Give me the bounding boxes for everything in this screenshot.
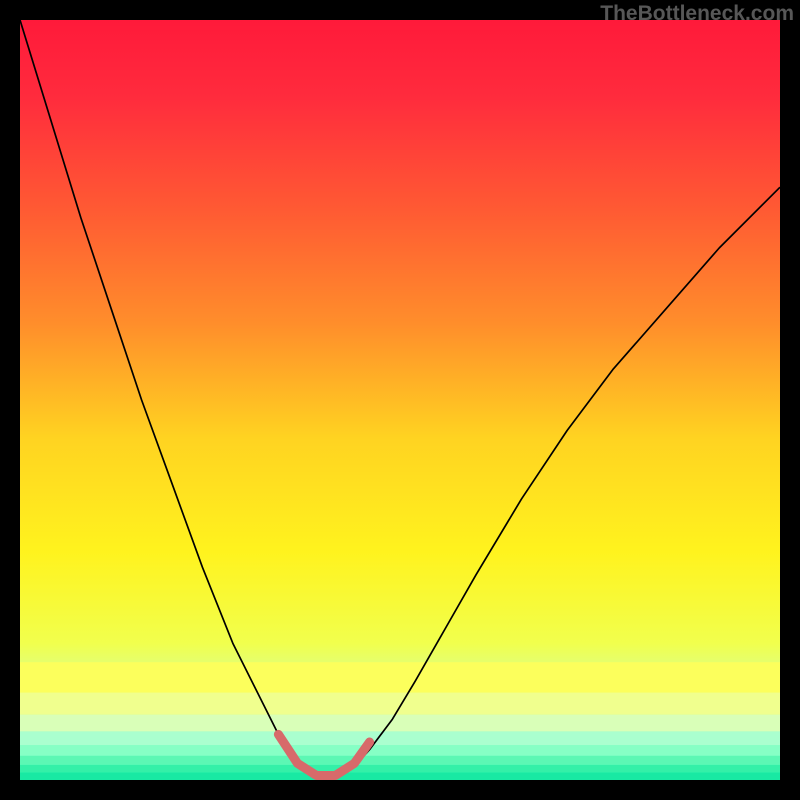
chart-frame: TheBottleneck.com xyxy=(0,0,800,800)
bottom-band xyxy=(20,765,780,773)
chart-svg xyxy=(20,20,780,780)
bottom-band xyxy=(20,662,780,692)
bottom-band xyxy=(20,756,780,765)
plot-area xyxy=(20,20,780,780)
bottom-band xyxy=(20,772,780,780)
bottom-band xyxy=(20,731,780,745)
bottom-band xyxy=(20,715,780,732)
bottom-band xyxy=(20,745,780,756)
bottom-band xyxy=(20,693,780,715)
